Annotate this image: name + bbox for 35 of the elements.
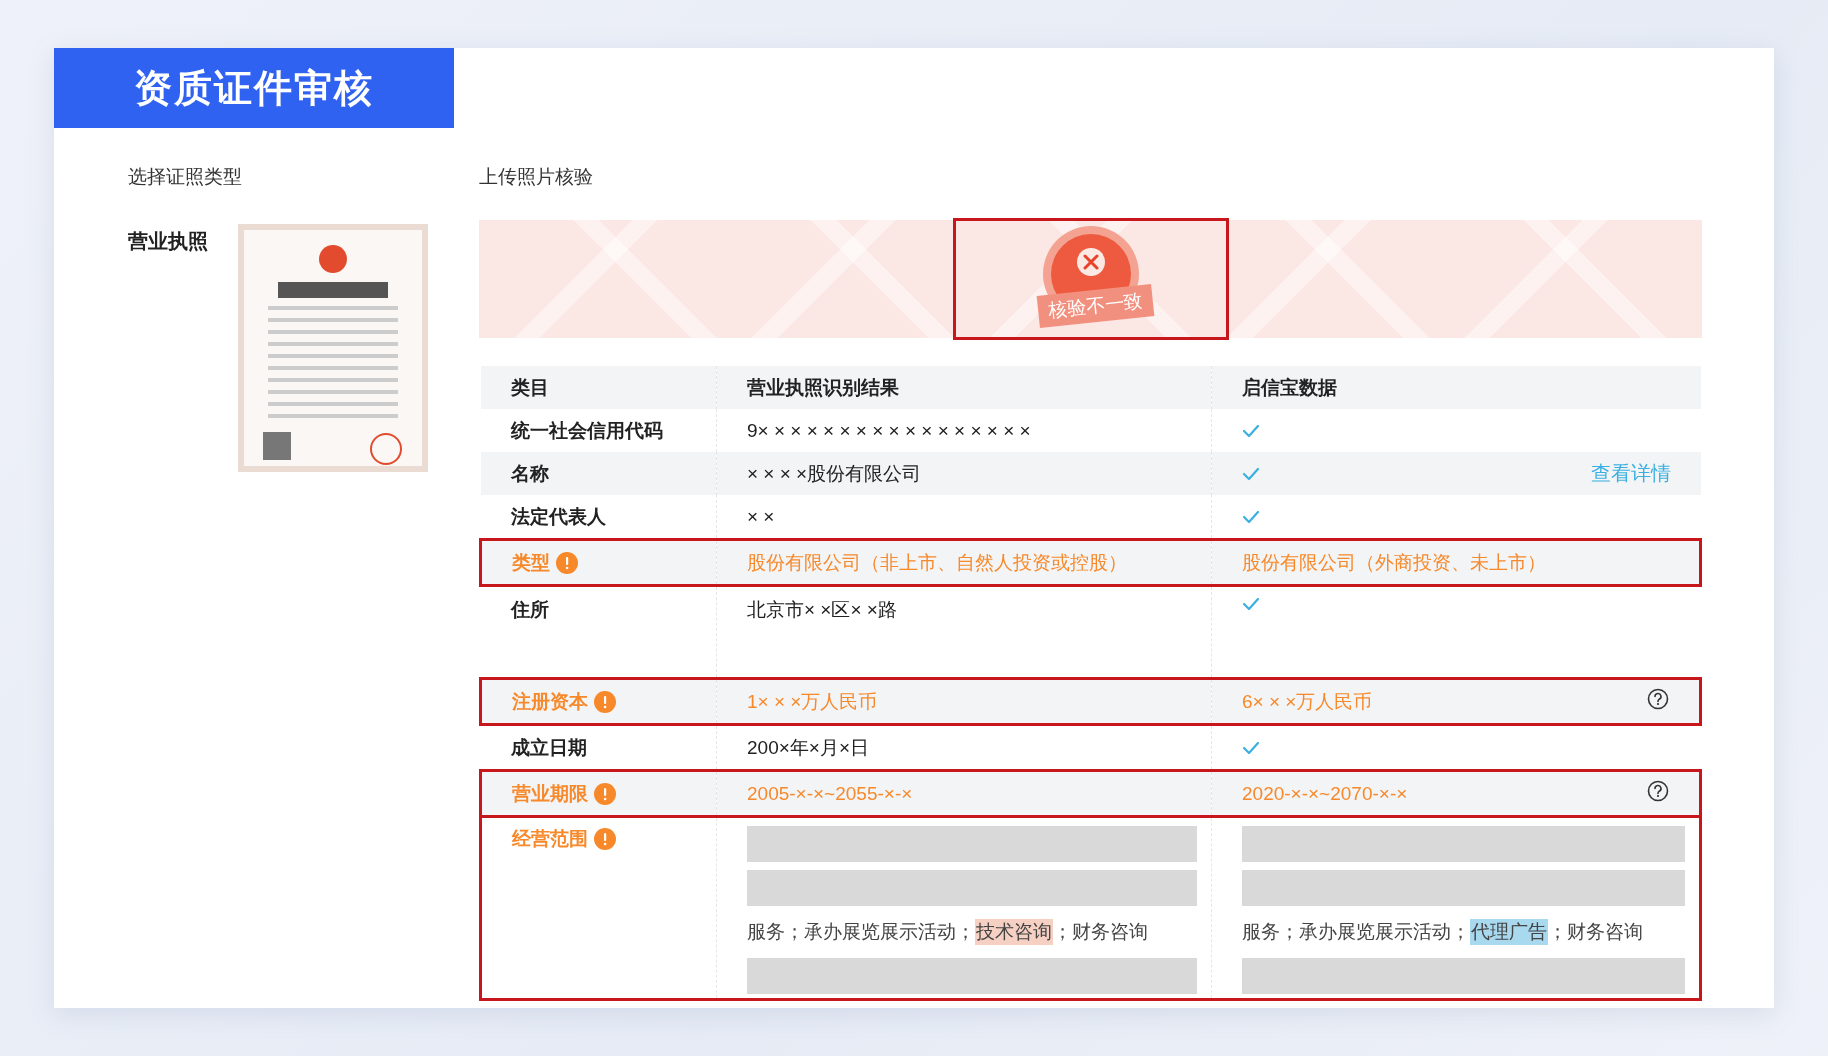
recognized-value: 1× × ×万人民币 <box>747 690 878 712</box>
recognized-value: × × × ×股份有限公司 <box>747 462 922 484</box>
help-icon[interactable] <box>1647 688 1669 710</box>
section-heading: 选择证照类型 <box>128 165 243 189</box>
recognized-value: 北京市× ×区× ×路 <box>747 599 897 620</box>
recognized-value: 股份有限公司（非上市、自然人投资或控股） <box>747 551 1127 573</box>
scope-text: 服务；承办展览展示活动；代理广告；财务咨询 <box>1242 914 1685 950</box>
column-header: 启信宝数据 <box>1211 366 1701 409</box>
reference-value: 2020-×-×~2070-×-× <box>1242 782 1408 805</box>
alert-icon <box>556 551 578 574</box>
row-label: 营业期限 <box>512 781 588 806</box>
alert-icon <box>594 828 616 850</box>
row-label: 类型 <box>512 550 550 575</box>
alert-icon <box>594 782 616 805</box>
section-heading: 上传照片核验 <box>479 165 594 189</box>
row-label: 名称 <box>510 461 549 486</box>
row-label: 经营范围 <box>512 827 588 851</box>
recognized-value: 200×年×月×日 <box>747 736 869 758</box>
row-label: 统一社会信用代码 <box>510 418 663 443</box>
scope-text: 服务；承办展览展示活动；技术咨询；财务咨询 <box>747 914 1197 950</box>
reference-value: 股份有限公司（外商投资、未上市） <box>1242 550 1546 575</box>
column-header: 营业执照识别结果 <box>716 366 1212 409</box>
help-icon[interactable] <box>1647 780 1669 802</box>
alert-icon <box>594 690 616 713</box>
row-label: 成立日期 <box>510 735 587 760</box>
row-label: 注册资本 <box>512 689 588 714</box>
page-title: 资质证件审核 <box>54 48 454 128</box>
recognized-value: 2005-×-×~2055-×-× <box>747 782 913 804</box>
recognized-value: 9× × × × × × × × × × × × × × × × × <box>747 419 1031 441</box>
column-header: 类目 <box>480 366 717 409</box>
license-type-option[interactable]: 营业执照 <box>128 228 208 255</box>
row-label: 住所 <box>510 598 549 622</box>
row-label: 法定代表人 <box>510 504 606 529</box>
reference-value: 6× × ×万人民币 <box>1242 689 1373 714</box>
recognized-value: × × <box>747 505 775 527</box>
